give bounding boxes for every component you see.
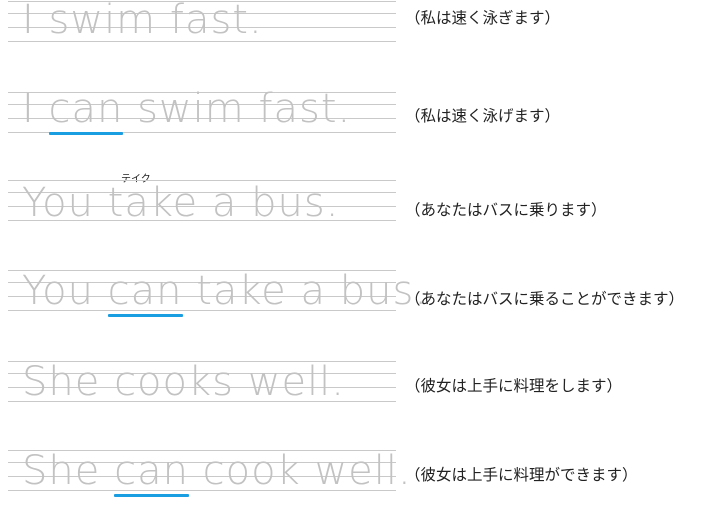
tracing-sentence: I can swim fast. <box>22 86 352 135</box>
exercise-row-3: テイク You take a bus. （あなたはバスに乗ります） <box>0 168 711 238</box>
tracing-sentence: I swim fast. <box>22 0 263 43</box>
japanese-translation: （あなたはバスに乗ることができます） <box>405 290 685 308</box>
japanese-translation: （彼女は上手に料理ができます） <box>405 466 638 484</box>
tracing-sentence: You can take a bus. <box>22 268 429 317</box>
can-highlight: can <box>114 448 189 497</box>
exercise-row-1: I swim fast. （私は速く泳ぎます） <box>0 0 711 61</box>
japanese-translation: （彼女は上手に料理をします） <box>405 377 623 395</box>
exercise-row-5: She cooks well. （彼女は上手に料理をします） <box>0 349 711 419</box>
japanese-translation: （私は速く泳ぎます） <box>405 9 561 27</box>
tracing-sentence: She can cook well. <box>22 448 412 497</box>
exercise-row-6: She can cook well. （彼女は上手に料理ができます） <box>0 438 711 508</box>
can-highlight: can <box>107 268 183 317</box>
japanese-translation: （私は速く泳げます） <box>405 107 561 125</box>
can-highlight: can <box>48 86 124 135</box>
tracing-sentence: She cooks well. <box>22 359 345 405</box>
japanese-translation: （あなたはバスに乗ります） <box>405 201 607 219</box>
tracing-sentence: You take a bus. <box>22 180 340 226</box>
exercise-row-4: You can take a bus. （あなたはバスに乗ることができます） <box>0 258 711 328</box>
exercise-row-2: I can swim fast. （私は速く泳げます） <box>0 80 711 150</box>
